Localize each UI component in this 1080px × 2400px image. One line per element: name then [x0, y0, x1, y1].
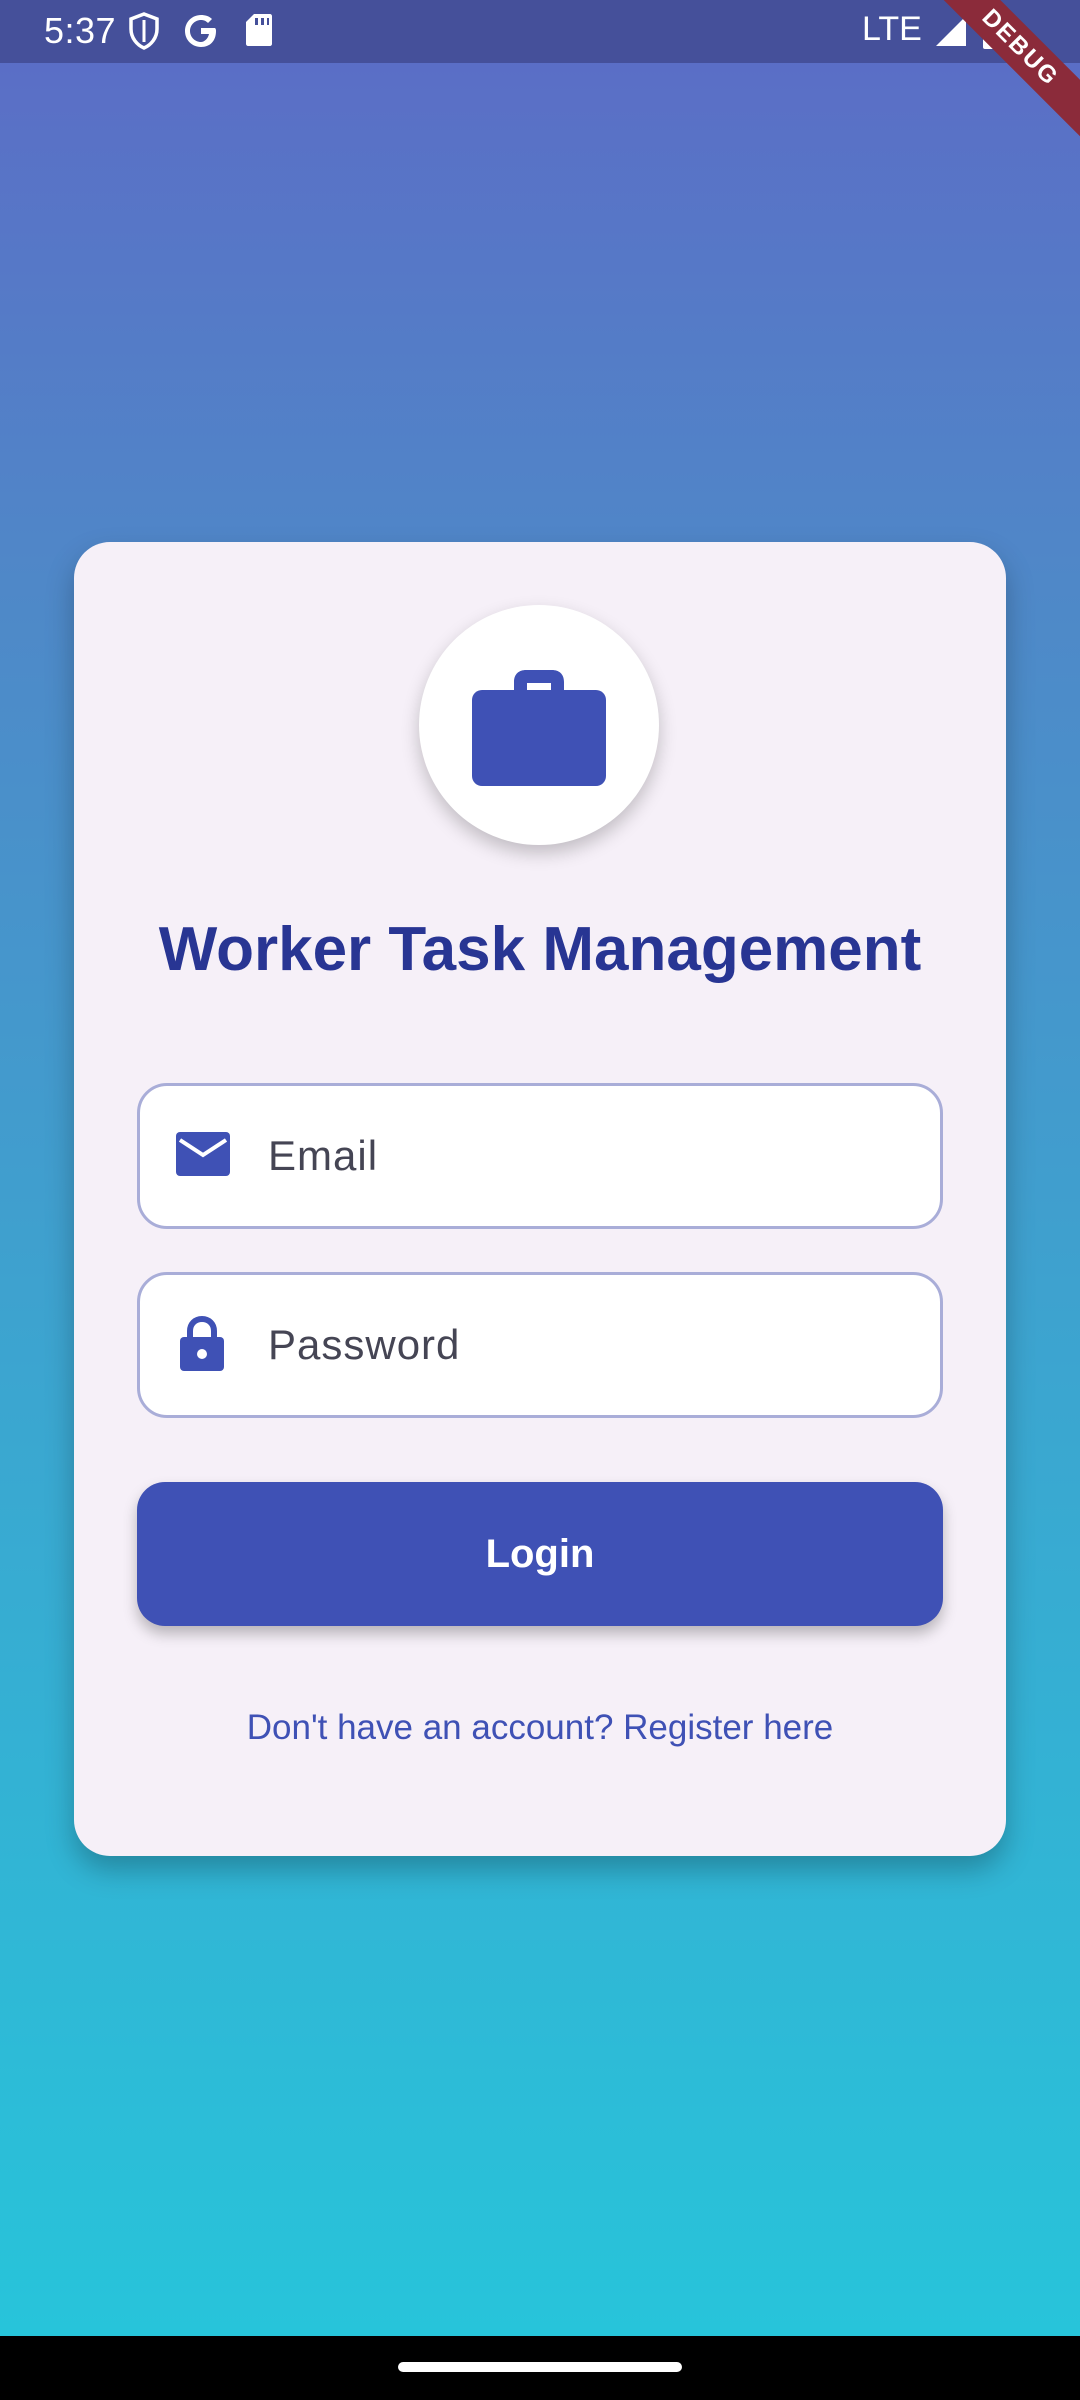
page-title: Worker Task Management	[158, 915, 922, 984]
email-placeholder: Email	[268, 1132, 379, 1179]
email-icon	[174, 1130, 232, 1183]
email-field[interactable]: Email	[137, 1083, 943, 1229]
password-placeholder: Password	[268, 1321, 461, 1368]
lock-icon	[178, 1315, 226, 1378]
status-time: 5:37	[44, 10, 117, 51]
status-bar: 5:37 LTE	[0, 0, 1080, 63]
network-type: LTE	[862, 10, 922, 48]
signal-icon	[934, 14, 968, 57]
register-link[interactable]: Don't have an account? Register here	[74, 1708, 1006, 1748]
google-icon	[182, 12, 220, 59]
briefcase-icon	[472, 660, 606, 791]
app-screen: 5:37 LTE DEBUG Worker Task Management Em…	[0, 0, 1080, 2336]
login-button[interactable]: Login	[137, 1482, 943, 1626]
login-card: Worker Task Management Email Password Lo…	[74, 542, 1006, 1856]
navigation-bar	[0, 2336, 1080, 2400]
home-indicator[interactable]	[398, 2362, 682, 2372]
logo-badge	[419, 605, 659, 845]
shield-icon	[128, 12, 160, 59]
sd-card-icon	[244, 12, 274, 57]
password-field[interactable]: Password	[137, 1272, 943, 1418]
